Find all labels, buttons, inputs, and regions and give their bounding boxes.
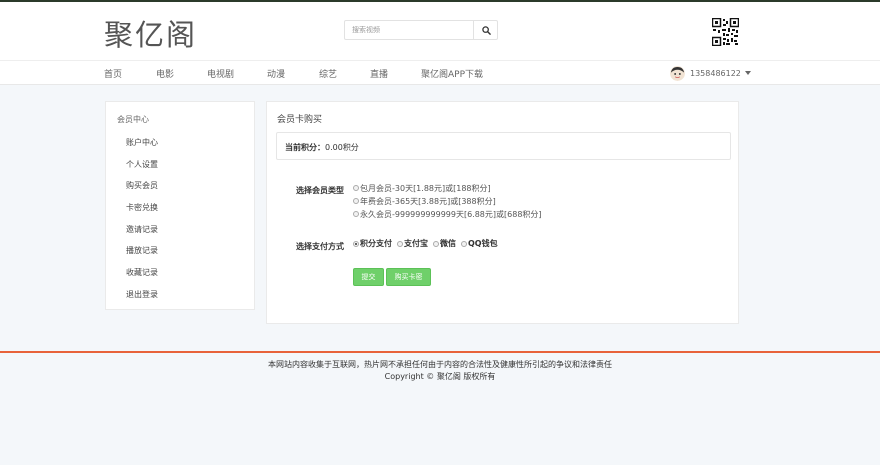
page-title: 会员卡购买	[277, 115, 323, 125]
search-box	[344, 20, 498, 40]
avatar	[670, 65, 685, 81]
member-option-monthly[interactable]: 包月会员-30天[1.88元]或[188积分]	[353, 183, 491, 193]
pay-option-label: 微信	[440, 239, 456, 248]
sidebar: 会员中心 账户中心 个人设置 购买会员 卡密兑换 邀请记录 播放记录 收藏记录 …	[105, 101, 255, 310]
radio-points[interactable]	[353, 240, 359, 247]
member-option-label: 年费会员-365天[3.88元]或[388积分]	[360, 196, 496, 206]
sidebar-item-favorites[interactable]: 收藏记录	[126, 267, 158, 278]
user-name: 1358486122	[690, 68, 741, 78]
points-label: 当前积分：	[285, 143, 325, 152]
pay-option-label: 支付宝	[404, 239, 428, 248]
member-type-label: 选择会员类型	[296, 186, 344, 195]
nav-item-home[interactable]: 首页	[104, 67, 122, 80]
pay-option-qq-wallet[interactable]: QQ钱包	[461, 238, 498, 249]
qr-code-icon	[712, 18, 739, 46]
pay-method-label: 选择支付方式	[296, 242, 344, 251]
pay-option-label: 积分支付	[360, 239, 392, 248]
site-logo[interactable]: 聚亿阁	[104, 12, 197, 54]
user-menu[interactable]: 1358486122	[670, 65, 751, 81]
nav-item-app-download[interactable]: 聚亿阁APP下载	[421, 67, 483, 80]
site-footer: 本网站内容收集于互联网，热片网不承担任何由于内容的合法性及健康性所引起的争议和法…	[0, 351, 880, 465]
points-box: 当前积分：0.00积分	[276, 132, 731, 160]
pay-method-group: 积分支付 支付宝 微信 QQ钱包	[353, 238, 503, 249]
member-option-lifetime[interactable]: 永久会员-999999999999天[6.88元]或[688积分]	[353, 209, 542, 219]
sidebar-item-account[interactable]: 账户中心	[126, 137, 158, 148]
submit-button[interactable]: 提交	[353, 268, 384, 286]
sidebar-item-redeem-card[interactable]: 卡密兑换	[126, 202, 158, 213]
search-button[interactable]	[473, 21, 498, 39]
radio-monthly[interactable]	[353, 185, 359, 191]
footer-copyright: Copyright © 聚亿阁 版权所有	[384, 372, 496, 381]
pay-option-points[interactable]: 积分支付	[353, 238, 392, 249]
nav-item-anime[interactable]: 动漫	[267, 67, 285, 80]
buy-card-button[interactable]: 购买卡密	[386, 268, 431, 286]
member-option-label: 永久会员-999999999999天[6.88元]或[688积分]	[360, 209, 542, 219]
pay-option-alipay[interactable]: 支付宝	[397, 238, 428, 249]
site-header: 聚亿阁	[0, 2, 880, 60]
search-icon	[481, 25, 491, 35]
sidebar-item-settings[interactable]: 个人设置	[126, 159, 158, 170]
nav-item-variety[interactable]: 综艺	[319, 67, 337, 80]
search-input[interactable]	[345, 21, 471, 39]
pay-option-wechat[interactable]: 微信	[433, 238, 456, 249]
radio-alipay[interactable]	[397, 240, 403, 247]
sidebar-item-logout[interactable]: 退出登录	[126, 289, 158, 300]
nav-item-movies[interactable]: 电影	[156, 67, 174, 80]
nav-item-live[interactable]: 直播	[370, 67, 388, 80]
radio-yearly[interactable]	[353, 198, 359, 204]
sidebar-item-invites[interactable]: 邀请记录	[126, 224, 158, 235]
footer-disclaimer: 本网站内容收集于互联网，热片网不承担任何由于内容的合法性及健康性所引起的争议和法…	[268, 360, 612, 369]
points-display: 当前积分：0.00积分	[285, 142, 359, 153]
radio-qq-wallet[interactable]	[461, 240, 467, 247]
points-value: 0.00积分	[325, 143, 359, 152]
sidebar-title: 会员中心	[117, 115, 149, 124]
radio-wechat[interactable]	[433, 240, 439, 247]
nav-item-tv[interactable]: 电视剧	[207, 67, 234, 80]
radio-lifetime[interactable]	[353, 211, 359, 217]
pay-option-label: QQ钱包	[468, 239, 498, 248]
member-option-label: 包月会员-30天[1.88元]或[188积分]	[360, 183, 491, 193]
member-option-yearly[interactable]: 年费会员-365天[3.88元]或[388积分]	[353, 196, 496, 206]
sidebar-item-buy-membership[interactable]: 购买会员	[126, 180, 158, 191]
sidebar-item-history[interactable]: 播放记录	[126, 245, 158, 256]
purchase-panel: 会员卡购买 当前积分：0.00积分 选择会员类型 包月会员-30天[1.88元]…	[266, 101, 739, 324]
chevron-down-icon	[744, 71, 751, 75]
main-nav: 首页 电影 电视剧 动漫 综艺 直播 聚亿阁APP下载 1358486122	[0, 60, 880, 85]
